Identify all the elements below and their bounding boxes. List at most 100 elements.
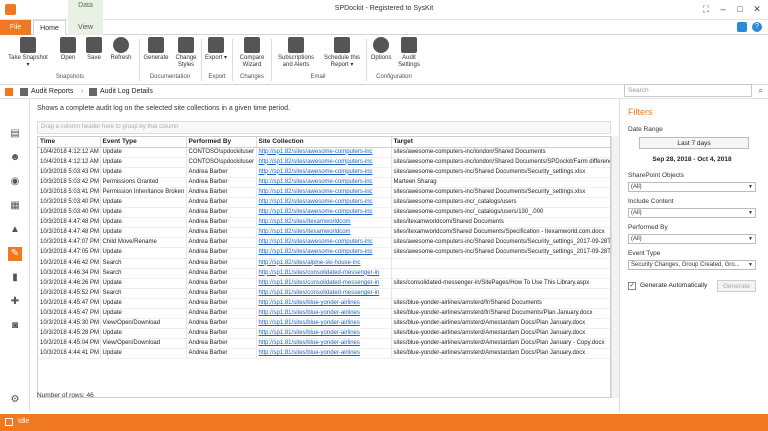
search-icon[interactable]: ⌕: [759, 86, 763, 96]
overview-icon[interactable]: ▤: [8, 127, 22, 141]
save-button[interactable]: Save: [82, 37, 106, 73]
table-cell[interactable]: http://sp1:82/sites/awesome-computers-in…: [256, 207, 392, 219]
table-row[interactable]: 10/3/2018 4:46:42 PM Search Andrea Barber h…: [38, 258, 610, 269]
charts-icon[interactable]: ▲: [8, 223, 22, 237]
chat-icon[interactable]: [737, 22, 747, 32]
subscriptions-button[interactable]: Subscriptions and Alerts: [273, 37, 319, 73]
tools-icon[interactable]: ✚: [8, 295, 22, 309]
table-cell[interactable]: http://sp1:81/sites/blue-yonder-airlines: [256, 308, 392, 320]
snapshot-icon[interactable]: ◙: [8, 319, 22, 333]
table-cell[interactable]: http://sp1:82/sites/awesome-computers-in…: [256, 247, 392, 259]
table-row[interactable]: 10/3/2018 4:47:48 PM Update Andrea Barber h…: [38, 227, 610, 239]
refresh-button[interactable]: Refresh: [107, 37, 135, 73]
document-icon: [89, 88, 97, 96]
table-cell[interactable]: http://sp1:82/sites/itexamworldcom: [256, 217, 392, 229]
column-target[interactable]: Target: [391, 137, 610, 148]
table-cell: sites/awesome-computers-inc/_catalogs/us…: [391, 197, 610, 209]
table-row[interactable]: 10/3/2018 5:03:40 PM Update Andrea Barber h…: [38, 207, 610, 219]
generate-auto-checkbox[interactable]: ✓: [628, 282, 636, 290]
table-cell[interactable]: http://sp1:82/sites/awesome-computers-in…: [256, 157, 392, 168]
generate-button[interactable]: Generate: [717, 280, 756, 292]
table-row[interactable]: 10/3/2018 4:45:47 PM Update Andrea Barber h…: [38, 308, 610, 320]
performed-by-select[interactable]: (All) ▼: [628, 234, 756, 244]
compare-wizard-button[interactable]: Compare Wizard: [236, 37, 268, 73]
table-cell[interactable]: http://sp1:82/sites/itexamworldcom: [256, 227, 392, 239]
take-snapshot-button[interactable]: Take Snapshot ▾: [6, 37, 50, 73]
table-row[interactable]: 10/3/2018 4:46:34 PM Search Andrea Barber h…: [38, 268, 610, 279]
home-icon[interactable]: [5, 88, 13, 96]
date-range-select[interactable]: Last 7 days: [639, 137, 749, 149]
table-row[interactable]: 10/3/2018 4:44:41 PM Update Andrea Barber h…: [38, 348, 610, 360]
table-cell: Andrea Barber: [186, 167, 257, 178]
table-row[interactable]: 10/3/2018 4:45:04 PM View/Open/Download An…: [38, 338, 610, 350]
table-cell[interactable]: http://sp1:82/sites/awesome-computers-in…: [256, 237, 392, 249]
tab-file[interactable]: File: [0, 20, 31, 35]
table-row[interactable]: 10/3/2018 5:03:42 PM Permissions Granted A…: [38, 177, 610, 188]
documents-icon[interactable]: ▦: [8, 199, 22, 213]
table-row[interactable]: 10/3/2018 4:45:28 PM Update Andrea Barber h…: [38, 328, 610, 340]
group-documentation: Documentation: [149, 74, 191, 80]
table-row[interactable]: 10/3/2018 5:03:43 PM Update Andrea Barber h…: [38, 167, 610, 178]
table-row[interactable]: 10/4/2018 4:12:12 AM Update CONTOSO\spdock…: [38, 157, 610, 168]
column-time[interactable]: Time: [38, 137, 101, 148]
table-cell[interactable]: http://sp1:81/sites/blue-yonder-airlines: [256, 298, 392, 310]
close-button[interactable]: ✕: [750, 3, 764, 16]
table-row[interactable]: 10/3/2018 4:47:07 PM Child Move/Rename And…: [38, 237, 610, 249]
table-row[interactable]: 10/3/2018 4:45:30 PM View/Open/Download An…: [38, 318, 610, 330]
settings-gear-icon[interactable]: ⚙: [8, 393, 22, 407]
help-icon[interactable]: ?: [752, 22, 762, 32]
change-styles-button[interactable]: Change Styles: [173, 37, 199, 73]
tab-home[interactable]: Home: [33, 20, 66, 35]
chevron-down-icon: ▼: [748, 210, 753, 216]
table-row[interactable]: 10/3/2018 5:03:40 PM Update Andrea Barber h…: [38, 197, 610, 209]
column-performed-by[interactable]: Performed By: [186, 137, 257, 148]
table-cell[interactable]: http://sp1:81/sites/consolidated-messeng…: [256, 268, 392, 279]
include-content-select[interactable]: (All) ▼: [628, 208, 756, 218]
open-button[interactable]: Open: [55, 37, 81, 73]
schedule-report-button[interactable]: Schedule this Report ▾: [320, 37, 364, 73]
audit-icon[interactable]: ✎: [8, 247, 22, 261]
table-row[interactable]: 10/3/2018 4:47:05 PM Update Andrea Barber h…: [38, 247, 610, 259]
generate-button[interactable]: Generate: [141, 37, 171, 73]
table-row[interactable]: 10/3/2018 4:46:26 PM Update Andrea Barber h…: [38, 278, 610, 289]
options-button[interactable]: Options: [368, 37, 394, 73]
table-cell[interactable]: http://sp1:81/sites/consolidated-messeng…: [256, 288, 392, 299]
table-cell[interactable]: http://sp1:82/sites/awesome-computers-in…: [256, 197, 392, 209]
table-cell[interactable]: http://sp1:81/sites/blue-yonder-airlines: [256, 318, 392, 330]
users-icon[interactable]: ☻: [8, 151, 22, 165]
table-cell: Andrea Barber: [186, 237, 257, 249]
table-cell[interactable]: http://sp1:82/sites/awesome-computers-in…: [256, 177, 392, 188]
table-cell[interactable]: http://sp1:82/sites/awesome-computers-in…: [256, 167, 392, 178]
table-row[interactable]: 10/3/2018 4:47:48 PM Update Andrea Barber h…: [38, 217, 610, 229]
event-type-label: Event Type: [628, 250, 661, 257]
table-row[interactable]: 10/3/2018 4:45:47 PM Update Andrea Barber h…: [38, 298, 610, 310]
date-range-text: Sep 28, 2018 - Oct 4, 2018: [652, 156, 732, 163]
table-row[interactable]: 10/3/2018 5:03:41 PM Permission Inheritan…: [38, 187, 610, 198]
table-cell[interactable]: http://sp1:82/sites/awesome-computers-in…: [256, 147, 392, 158]
minimize-button[interactable]: –: [716, 3, 730, 16]
column-event-type[interactable]: Event Type: [100, 137, 187, 148]
audit-settings-button[interactable]: Audit Settings: [396, 37, 422, 73]
table-cell[interactable]: http://sp1:82/sites/awesome-computers-in…: [256, 187, 392, 198]
analytics-icon[interactable]: ▮: [8, 271, 22, 285]
sharepoint-objects-select[interactable]: (All) ▼: [628, 182, 756, 192]
export-button[interactable]: Export ▾: [203, 37, 229, 73]
event-type-select[interactable]: Security Changes, Group Created, Gro... ▼: [628, 260, 756, 270]
search-input[interactable]: Search: [624, 84, 752, 97]
table-cell[interactable]: http://sp1:81/sites/blue-yonder-airlines: [256, 338, 392, 350]
group-panel[interactable]: Drag a column header here to group by th…: [37, 121, 611, 134]
explore-icon[interactable]: ◉: [8, 175, 22, 189]
column-site-collection[interactable]: Site Collection: [256, 137, 392, 148]
table-cell[interactable]: http://sp1:82/sites/alpine-ski-house-inc: [256, 258, 392, 269]
table-row[interactable]: 10/3/2018 4:45:52 PM Search Andrea Barber h…: [38, 288, 610, 299]
table-cell[interactable]: http://sp1:81/sites/blue-yonder-airlines: [256, 348, 392, 360]
table-cell[interactable]: http://sp1:81/sites/consolidated-messeng…: [256, 278, 392, 289]
table-row[interactable]: 10/4/2018 4:12:12 AM Update CONTOSO\spdock…: [38, 147, 610, 158]
table-cell: Update: [100, 278, 187, 289]
maximize-button[interactable]: □: [733, 3, 747, 16]
expand-icon[interactable]: ⛶: [699, 3, 713, 16]
breadcrumb-audit-reports[interactable]: Audit Reports: [31, 88, 73, 95]
tab-view[interactable]: View: [68, 20, 103, 35]
table-cell[interactable]: http://sp1:81/sites/blue-yonder-airlines: [256, 328, 392, 340]
breadcrumb-audit-log-details[interactable]: Audit Log Details: [100, 88, 153, 95]
